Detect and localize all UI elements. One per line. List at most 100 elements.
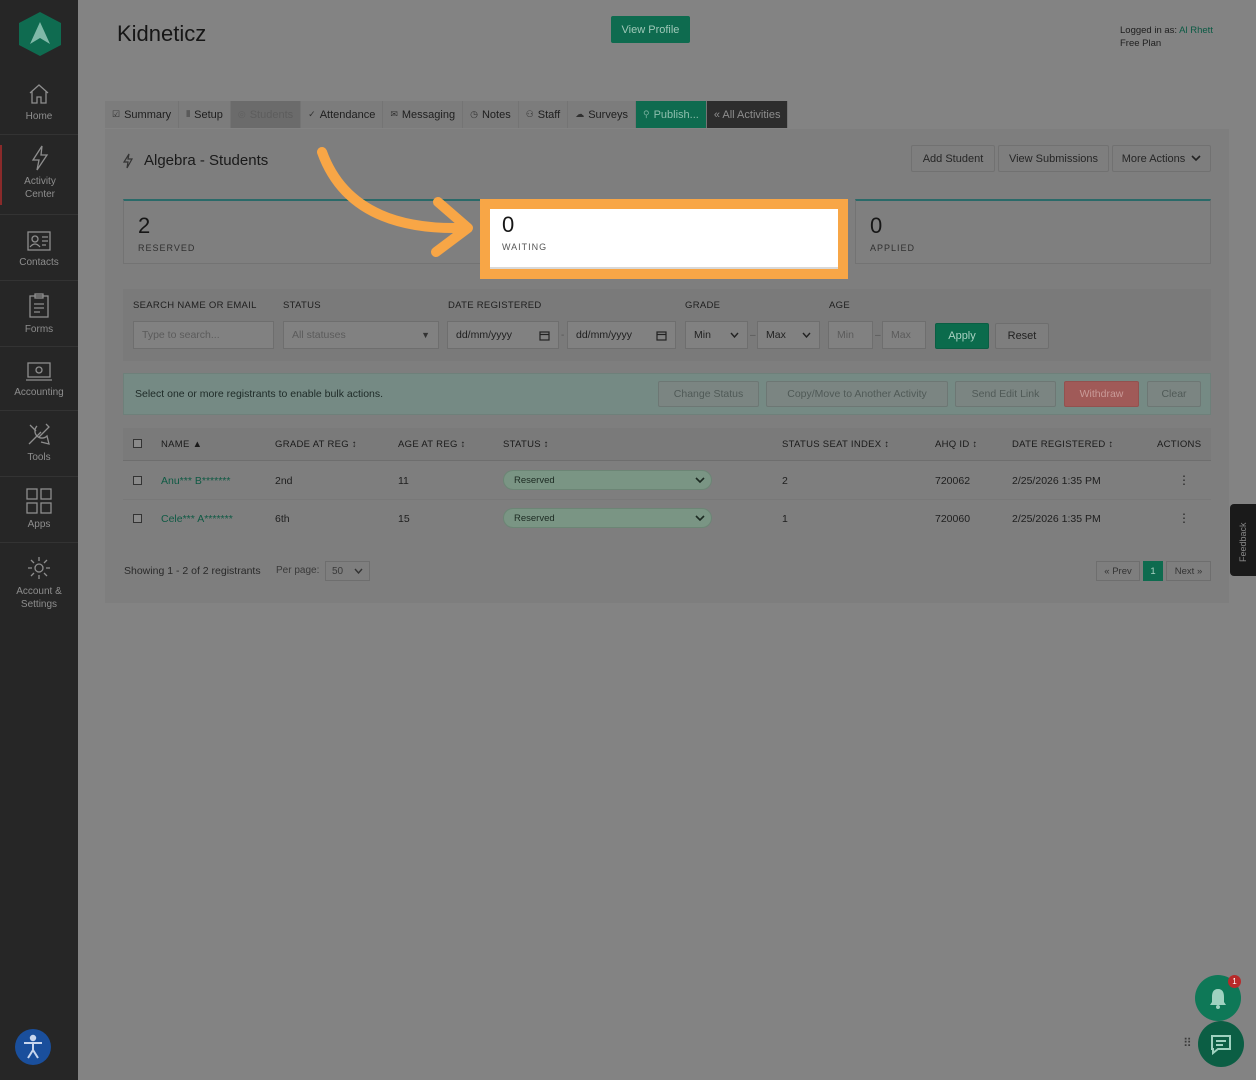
contacts-icon — [27, 231, 51, 251]
date-from-input[interactable]: dd/mm/yyyy — [447, 321, 559, 349]
accounting-icon — [26, 362, 52, 381]
sidebar: Home Activity Center Contacts Forms Acco… — [0, 0, 78, 1080]
column-status-seat-index[interactable]: STATUS SEAT INDEX ↕ — [782, 439, 889, 450]
sidebar-item-activity-center[interactable]: Activity Center — [0, 145, 78, 205]
chevron-down-icon — [695, 477, 705, 484]
date-cell: 2/25/2026 1:35 PM — [1012, 513, 1101, 525]
row-checkbox[interactable] — [133, 514, 142, 523]
row-checkbox[interactable] — [133, 476, 142, 485]
row-actions-menu-icon[interactable]: ⋮ — [1178, 473, 1190, 487]
column-status[interactable]: STATUS ↕ — [503, 439, 549, 450]
withdraw-button[interactable]: Withdraw — [1064, 381, 1139, 407]
tab-all-activities[interactable]: « All Activities — [706, 101, 789, 128]
row-divider — [123, 499, 1211, 500]
ahq-id-cell: 720060 — [935, 513, 971, 525]
select-all-checkbox[interactable] — [133, 439, 142, 448]
sidebar-item-tools[interactable]: Tools — [0, 421, 78, 464]
column-ahq-id[interactable]: AHQ ID ↕ — [935, 439, 978, 450]
send-edit-link-button[interactable]: Send Edit Link — [955, 381, 1056, 407]
notification-badge: 1 — [1228, 975, 1241, 988]
summary-icon: ☑ — [112, 109, 121, 119]
age-cell: 15 — [398, 513, 410, 525]
sidebar-item-account-settings[interactable]: Account & Settings — [0, 555, 78, 611]
clear-button[interactable]: Clear — [1147, 381, 1201, 407]
add-student-button[interactable]: Add Student — [911, 145, 995, 172]
row-actions-menu-icon[interactable]: ⋮ — [1178, 511, 1190, 525]
more-actions-button[interactable]: More Actions — [1112, 145, 1211, 172]
view-profile-button[interactable]: View Profile — [611, 16, 690, 43]
login-info: Logged in as: Al Rhett Free Plan — [1120, 24, 1213, 50]
age-min-input[interactable]: Min — [828, 321, 873, 349]
tab-students[interactable]: ◎ Students — [230, 101, 302, 128]
column-date-registered[interactable]: DATE REGISTERED ↕ — [1012, 439, 1114, 450]
status-select[interactable]: Reserved — [503, 508, 712, 528]
accessibility-button[interactable] — [15, 1029, 51, 1065]
tab-summary[interactable]: ☑ Summary — [105, 101, 180, 128]
user-link[interactable]: Al Rhett — [1179, 25, 1213, 36]
apps-icon — [26, 488, 52, 514]
registrant-name-link[interactable]: Cele*** A******* — [161, 513, 233, 525]
age-max-input[interactable]: Max — [882, 321, 926, 349]
tab-staff[interactable]: ⚇ Staff — [518, 101, 569, 128]
mail-icon: ✉ — [390, 109, 398, 119]
prev-page-button[interactable]: « Prev — [1096, 561, 1140, 581]
tab-attendance[interactable]: ✓ Attendance — [301, 101, 384, 128]
search-input[interactable]: Type to search... — [133, 321, 274, 349]
stat-value: 0 — [502, 212, 515, 237]
status-select[interactable]: Reserved — [503, 470, 712, 490]
column-age-at-reg[interactable]: AGE AT REG ↕ — [398, 439, 466, 450]
tab-notes[interactable]: ◷ Notes — [463, 101, 519, 128]
feedback-tab[interactable]: Feedback — [1230, 504, 1256, 576]
seat-index-cell: 1 — [782, 513, 788, 525]
age-filter-label: AGE — [829, 300, 850, 311]
plan-label: Free Plan — [1120, 38, 1162, 49]
sidebar-item-label: Tools — [27, 452, 51, 463]
drag-handle-icon[interactable]: ⠿ — [1183, 1037, 1192, 1049]
tab-surveys[interactable]: ☁ Surveys — [568, 101, 636, 128]
registrant-name-link[interactable]: Anu*** B******* — [161, 475, 230, 487]
tab-messaging[interactable]: ✉ Messaging — [383, 101, 464, 128]
bulk-actions-message: Select one or more registrants to enable… — [135, 388, 384, 400]
page-1-button[interactable]: 1 — [1143, 561, 1163, 581]
showing-count: Showing 1 - 2 of 2 registrants — [124, 565, 261, 577]
lightning-icon — [31, 145, 49, 171]
status-select[interactable]: All statuses ▼ — [283, 321, 439, 349]
forms-icon — [29, 293, 49, 318]
stat-waiting[interactable]: 0 WAITING — [480, 199, 848, 279]
per-page-select[interactable]: 50 — [325, 561, 370, 581]
lightning-icon — [122, 153, 134, 168]
grade-range-separator: – — [750, 330, 756, 341]
column-grade-at-reg[interactable]: GRADE AT REG ↕ — [275, 439, 357, 450]
sidebar-item-label: Accounting — [14, 387, 64, 398]
chevron-down-icon — [695, 515, 705, 522]
age-cell: 11 — [398, 475, 409, 487]
sidebar-item-label: Activity Center — [24, 176, 56, 200]
tab-publish[interactable]: ⚲ Publish... — [635, 101, 707, 128]
copy-move-button[interactable]: Copy/Move to Another Activity — [766, 381, 948, 407]
sidebar-item-label: Apps — [27, 519, 51, 530]
sidebar-item-apps[interactable]: Apps — [0, 488, 78, 531]
sidebar-item-label: Contacts — [19, 257, 59, 268]
grade-min-select[interactable]: Min — [685, 321, 748, 349]
sidebar-item-contacts[interactable]: Contacts — [0, 228, 78, 269]
column-name[interactable]: NAME ▲ — [161, 439, 202, 450]
stat-value: 0 — [870, 213, 883, 238]
sidebar-item-home[interactable]: Home — [0, 82, 78, 123]
sidebar-item-accounting[interactable]: Accounting — [0, 360, 78, 399]
sidebar-item-forms[interactable]: Forms — [0, 293, 78, 336]
next-page-button[interactable]: Next » — [1166, 561, 1211, 581]
reset-button[interactable]: Reset — [995, 323, 1049, 349]
date-to-input[interactable]: dd/mm/yyyy — [567, 321, 676, 349]
apply-button[interactable]: Apply — [935, 323, 989, 349]
date-cell: 2/25/2026 1:35 PM — [1012, 475, 1101, 487]
change-status-button[interactable]: Change Status — [658, 381, 759, 407]
logo-icon[interactable] — [19, 12, 61, 56]
view-submissions-button[interactable]: View Submissions — [998, 145, 1109, 172]
stat-label: APPLIED — [870, 243, 916, 253]
grade-max-select[interactable]: Max — [757, 321, 820, 349]
tab-setup[interactable]: ⦀ Setup — [179, 101, 231, 128]
per-page-label: Per page: — [276, 565, 320, 576]
stat-applied[interactable]: 0 APPLIED — [855, 199, 1211, 264]
gear-icon — [28, 557, 50, 579]
chat-button[interactable] — [1198, 1021, 1244, 1067]
